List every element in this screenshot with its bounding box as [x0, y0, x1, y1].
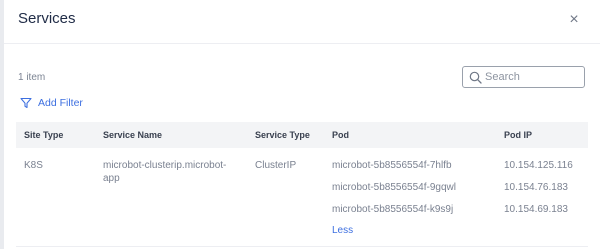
cell-pod-name: microbot-5b8556554f-7hlfb	[332, 160, 452, 171]
modal-header: Services ×	[4, 0, 600, 44]
cell-pod-name: microbot-5b8556554f-k9s9j	[332, 204, 454, 215]
cell-pod-ip: 10.154.125.116	[504, 160, 573, 171]
filter-icon	[20, 97, 32, 109]
modal-title: Services	[18, 10, 76, 27]
services-modal: Services × 1 item Add Filter Site Type S…	[4, 0, 600, 249]
column-header-service-type[interactable]: Service Type	[255, 130, 310, 140]
add-filter-label: Add Filter	[38, 97, 83, 109]
add-filter-button[interactable]: Add Filter	[20, 96, 83, 110]
cell-service-name-line1: microbot-clusterip.microbot-	[103, 160, 227, 171]
cell-pod-ip: 10.154.76.183	[504, 182, 568, 193]
item-count: 1 item	[18, 72, 46, 83]
cell-service-name-line2: app	[103, 173, 120, 184]
column-header-service-name[interactable]: Service Name	[103, 130, 162, 140]
column-header-site-type[interactable]: Site Type	[24, 130, 63, 140]
search-box[interactable]	[462, 66, 585, 88]
row-divider	[16, 246, 588, 247]
column-header-pod-ip[interactable]: Pod IP	[504, 130, 532, 140]
search-input[interactable]	[485, 69, 581, 85]
show-less-link[interactable]: Less	[332, 225, 353, 236]
table-header: Site Type Service Name Service Type Pod …	[16, 122, 588, 148]
search-icon	[469, 71, 482, 84]
cell-pod-ip: 10.154.69.183	[504, 204, 568, 215]
column-header-pod[interactable]: Pod	[332, 130, 349, 140]
cell-site-type: K8S	[24, 160, 43, 171]
close-icon[interactable]: ×	[567, 11, 581, 29]
cell-service-type: ClusterIP	[255, 160, 297, 171]
cell-pod-name: microbot-5b8556554f-9gqwl	[332, 182, 456, 193]
